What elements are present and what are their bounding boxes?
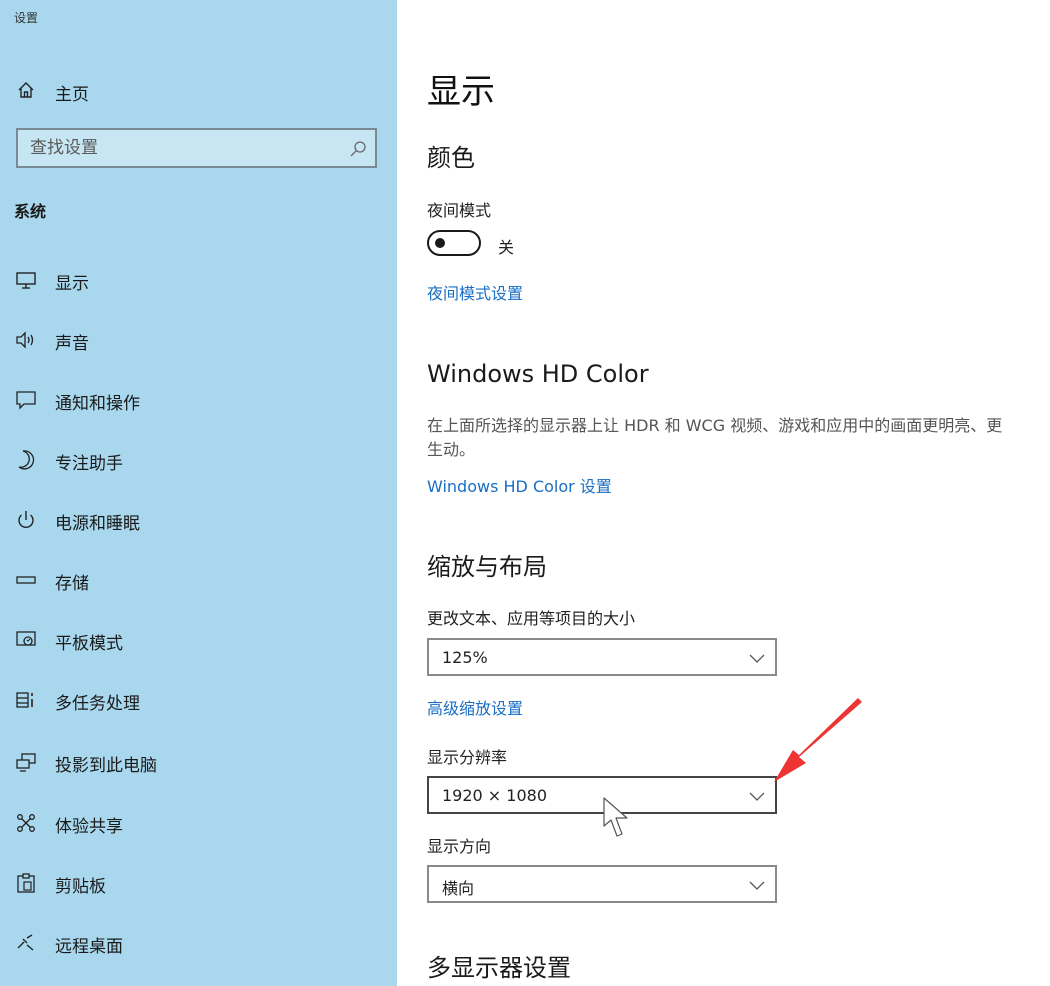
scale-dropdown[interactable]: 125% xyxy=(427,638,777,676)
sidebar-home[interactable]: 主页 xyxy=(0,72,397,108)
remote-desktop-icon xyxy=(17,934,34,951)
chevron-down-icon xyxy=(749,654,765,663)
sidebar-item-sound[interactable]: 声音 xyxy=(0,315,397,365)
orientation-value: 横向 xyxy=(442,879,475,898)
night-mode-label: 夜间模式 xyxy=(427,201,492,220)
sidebar-item-focus-assist[interactable]: 专注助手 xyxy=(0,435,397,485)
sidebar-item-remote-desktop[interactable]: 远程桌面 xyxy=(0,918,397,968)
sidebar-item-multitasking[interactable]: 多任务处理 xyxy=(0,675,397,725)
main-content: 显示 颜色 夜间模式 关 夜间模式设置 Windows HD Color 在上面… xyxy=(397,0,1050,986)
sidebar-section-title: 系统 xyxy=(14,202,47,221)
multitask-icon xyxy=(16,692,33,708)
sidebar-item-storage[interactable]: 存储 xyxy=(0,555,397,605)
clipboard-icon xyxy=(17,873,35,893)
resolution-label: 显示分辨率 xyxy=(427,748,508,767)
sidebar-item-project-to-pc[interactable]: 投影到此电脑 xyxy=(0,737,397,787)
scale-value: 125% xyxy=(442,648,488,667)
sidebar: 设置 主页 系统 显示 xyxy=(0,0,397,986)
sidebar-item-label: 体验共享 xyxy=(55,817,123,837)
chevron-down-icon xyxy=(749,792,765,801)
night-mode-toggle[interactable] xyxy=(427,230,481,256)
search-box[interactable] xyxy=(16,128,377,168)
sidebar-item-label: 远程桌面 xyxy=(55,937,123,957)
tablet-icon xyxy=(16,631,36,646)
advanced-scaling-link[interactable]: 高级缩放设置 xyxy=(427,695,523,719)
sidebar-item-label: 通知和操作 xyxy=(55,394,140,414)
sidebar-item-label: 投影到此电脑 xyxy=(55,756,157,776)
notification-icon xyxy=(16,391,36,410)
scale-layout-heading: 缩放与布局 xyxy=(427,553,547,581)
orientation-label: 显示方向 xyxy=(427,837,492,856)
sidebar-item-label: 平板模式 xyxy=(55,634,123,654)
moon-icon xyxy=(18,450,35,470)
settings-window: 设置 主页 系统 显示 xyxy=(0,0,1050,986)
page-title: 显示 xyxy=(427,72,495,112)
scale-label: 更改文本、应用等项目的大小 xyxy=(427,609,636,628)
power-icon xyxy=(18,511,34,529)
hdr-settings-link[interactable]: Windows HD Color 设置 xyxy=(427,473,612,497)
sidebar-item-clipboard[interactable]: 剪贴板 xyxy=(0,858,397,908)
app-title: 设置 xyxy=(14,11,39,25)
sidebar-item-notifications[interactable]: 通知和操作 xyxy=(0,375,397,425)
sidebar-item-label: 存储 xyxy=(55,574,89,594)
multi-display-heading: 多显示器设置 xyxy=(427,954,571,982)
orientation-dropdown[interactable]: 横向 xyxy=(427,865,777,903)
sidebar-item-display[interactable]: 显示 xyxy=(0,255,397,305)
resolution-dropdown[interactable]: 1920 × 1080 xyxy=(427,776,777,814)
hdr-heading: Windows HD Color xyxy=(427,360,649,388)
share-icon xyxy=(17,814,35,832)
sidebar-item-label: 专注助手 xyxy=(55,454,123,474)
speaker-icon xyxy=(16,331,34,349)
sidebar-item-power-sleep[interactable]: 电源和睡眠 xyxy=(0,495,397,545)
chevron-down-icon xyxy=(749,881,765,890)
sidebar-item-label: 多任务处理 xyxy=(55,694,140,714)
night-mode-state: 关 xyxy=(498,238,515,257)
storage-icon xyxy=(16,576,36,584)
monitor-icon xyxy=(16,272,36,289)
home-icon xyxy=(18,82,34,98)
search-input[interactable] xyxy=(30,137,330,159)
sidebar-item-label: 剪贴板 xyxy=(55,877,106,897)
project-icon xyxy=(16,753,36,772)
search-icon[interactable] xyxy=(349,140,367,158)
sidebar-item-label: 显示 xyxy=(55,274,89,294)
sidebar-item-label: 声音 xyxy=(55,334,89,354)
color-heading: 颜色 xyxy=(427,144,475,172)
sidebar-item-label: 电源和睡眠 xyxy=(55,514,140,534)
sidebar-item-shared-experiences[interactable]: 体验共享 xyxy=(0,798,397,848)
sidebar-item-tablet-mode[interactable]: 平板模式 xyxy=(0,615,397,665)
sidebar-home-label: 主页 xyxy=(55,85,89,105)
resolution-value: 1920 × 1080 xyxy=(442,786,548,805)
hdr-description: 在上面所选择的显示器上让 HDR 和 WCG 视频、游戏和应用中的画面更明亮、更… xyxy=(427,416,1003,459)
toggle-knob xyxy=(435,238,445,248)
night-mode-settings-link[interactable]: 夜间模式设置 xyxy=(427,280,523,304)
